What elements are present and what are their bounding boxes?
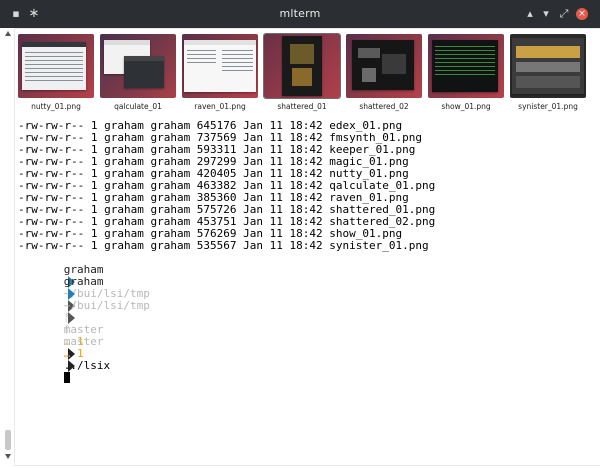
- thumbnail-shattered-01: shattered_01: [263, 30, 341, 111]
- prompt-dirty: … 1: [63, 347, 84, 360]
- listing-line: -rw-rw-r-- 1 graham graham 535567 Jan 11…: [18, 239, 429, 252]
- scrollbar-thumb[interactable]: [5, 430, 11, 450]
- thumbnail-shattered-02: shattered_02: [346, 30, 422, 111]
- thumbnail-image: [18, 34, 94, 98]
- scroll-up-icon[interactable]: [4, 30, 12, 38]
- thumbnail-image: [100, 34, 176, 98]
- chevron-down-icon[interactable]: ▾: [540, 6, 552, 22]
- scroll-down-icon[interactable]: [4, 452, 12, 460]
- prompt-user: graham: [63, 275, 104, 288]
- thumbnail-strip: nutty_01.png qalculate_01 raven_01.png s…: [18, 30, 598, 118]
- prompt-path: ~/bui/lsi/tmp: [63, 299, 150, 312]
- terminal-window: ▪ ∗ mlterm ▴ ▾ ⤢ × nutty_01.png qalculat…: [0, 0, 600, 468]
- thumbnail-image: [263, 33, 341, 99]
- shell-prompt: graham ~/bui/lsi/tmp ᚠ master … 1 ../lsi…: [24, 252, 150, 372]
- shell-prompt-active[interactable]: graham ~/bui/lsi/tmp ᚠ master … 1: [24, 264, 150, 383]
- thumbnail-caption: synister_01.png: [518, 102, 578, 111]
- thumbnail-synister: synister_01.png: [510, 30, 586, 111]
- thumbnail-image: [182, 34, 258, 98]
- terminal-output[interactable]: -rw-rw-r-- 1 graham graham 645176 Jan 11…: [18, 120, 592, 460]
- thumbnail-image: [428, 34, 504, 98]
- window-title: mlterm: [279, 7, 321, 20]
- thumbnail-image: [346, 34, 422, 98]
- thumbnail-nutty: nutty_01.png: [18, 30, 94, 111]
- thumbnail-image: [510, 34, 586, 98]
- restore-icon[interactable]: ⤢: [558, 6, 570, 22]
- chevron-up-icon[interactable]: ▴: [524, 6, 536, 22]
- close-icon[interactable]: ×: [576, 8, 588, 20]
- thumbnail-raven: raven_01.png: [182, 30, 258, 111]
- thumbnail-show: show_01.png: [428, 30, 504, 111]
- title-bar: ▪ ∗ mlterm ▴ ▾ ⤢ ×: [0, 0, 600, 28]
- prompt-end-icon: [67, 360, 75, 372]
- thumbnail-qalculate: qalculate_01: [100, 30, 176, 111]
- scrollbar[interactable]: [2, 28, 15, 462]
- text-cursor[interactable]: [63, 372, 70, 383]
